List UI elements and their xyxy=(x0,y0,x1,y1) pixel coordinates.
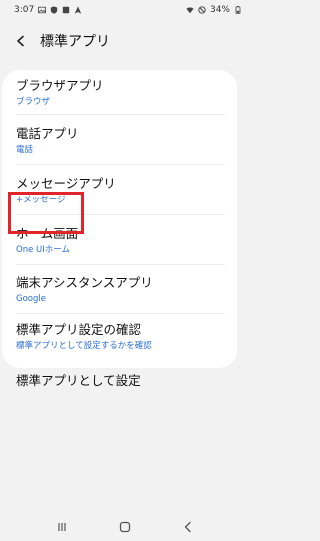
divider xyxy=(16,164,225,165)
list-item-label: 標準アプリ設定の確認 xyxy=(16,322,142,337)
list-item-label: 端末アシスタンスアプリ xyxy=(16,275,153,290)
home-icon[interactable] xyxy=(114,516,136,538)
divider xyxy=(16,313,225,314)
list-item-set-default[interactable]: 標準アプリとして設定 xyxy=(2,373,237,389)
status-bar: 3:07 34% xyxy=(0,0,250,20)
list-item-label: 電話アプリ xyxy=(16,126,79,141)
list-item-browser[interactable]: ブラウザアプリ ブラウザ xyxy=(2,78,237,108)
wifi-icon xyxy=(186,6,194,14)
battery-icon xyxy=(234,6,242,14)
gallery-icon xyxy=(38,6,47,14)
status-right: 34% xyxy=(186,5,242,15)
list-item-sub: 標準アプリとして設定するかを確認 xyxy=(16,341,152,351)
list-item-sub: One UIホーム xyxy=(16,245,70,255)
list-item-phone[interactable]: 電話アプリ 電話 xyxy=(2,126,237,156)
battery-percent: 34% xyxy=(209,5,230,15)
back-icon[interactable] xyxy=(12,32,30,50)
recent-apps-icon[interactable] xyxy=(51,516,73,538)
highlight-box xyxy=(8,192,84,234)
notification-icon xyxy=(62,6,70,14)
nav-bar xyxy=(0,513,250,541)
list-item-label: 標準アプリとして設定 xyxy=(16,373,141,388)
shield-icon xyxy=(50,6,58,14)
page-title: 標準アプリ xyxy=(40,34,110,50)
clock: 3:07 xyxy=(14,5,35,15)
divider xyxy=(16,264,225,265)
divider xyxy=(16,114,225,115)
nav-back-icon[interactable] xyxy=(177,516,199,538)
list-item-sub: ブラウザ xyxy=(16,97,51,107)
list-item-check-defaults[interactable]: 標準アプリ設定の確認 標準アプリとして設定するかを確認 xyxy=(2,322,237,352)
list-item-assistant[interactable]: 端末アシスタンスアプリ Google xyxy=(2,275,237,305)
status-left: 3:07 xyxy=(14,5,82,15)
list-item-sub: Google xyxy=(16,294,46,304)
app-bar: 標準アプリ xyxy=(0,24,250,58)
location-icon xyxy=(74,6,82,14)
list-item-label: メッセージアプリ xyxy=(16,176,116,191)
list-item-sub: 電話 xyxy=(16,145,34,155)
list-item-label: ブラウザアプリ xyxy=(16,78,104,93)
dnd-icon xyxy=(198,6,206,14)
